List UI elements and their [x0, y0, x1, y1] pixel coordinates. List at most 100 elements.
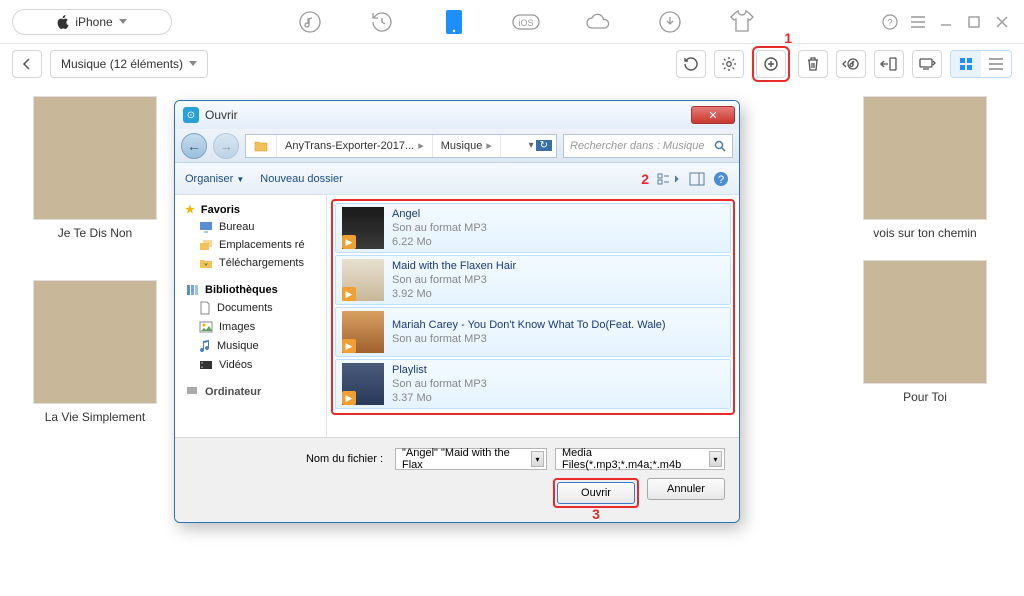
download-icon[interactable]: [655, 7, 685, 37]
filename-label: Nom du fichier :: [306, 453, 383, 465]
filetype-select[interactable]: Media Files(*.mp3;*.m4a;*.m4b▾: [555, 448, 725, 470]
add-button[interactable]: [756, 50, 786, 78]
new-folder-button[interactable]: Nouveau dossier: [260, 173, 343, 185]
device-tab-icon[interactable]: [439, 7, 469, 37]
breadcrumb[interactable]: Musique (12 éléments): [50, 50, 208, 78]
sidebar-computer-header: Ordinateur: [175, 384, 326, 400]
album-title: La Vie Simplement: [45, 410, 146, 424]
file-thumbnail: ▶: [342, 259, 384, 301]
dialog-titlebar: ⊙ Ouvrir ✕: [175, 101, 739, 129]
file-item[interactable]: ▶ PlaylistSon au format MP33.37 Mo: [335, 359, 731, 409]
sidebar-item-desktop[interactable]: Bureau: [175, 218, 326, 236]
organize-menu[interactable]: Organiser ▼: [185, 173, 244, 185]
album-item[interactable]: La Vie Simplement: [20, 280, 170, 424]
file-name: Playlist: [392, 363, 487, 377]
ios-icon[interactable]: iOS: [511, 7, 541, 37]
path-segment[interactable]: AnyTrans-Exporter-2017...▸: [277, 135, 433, 157]
album-item[interactable]: Pour Toi: [850, 260, 1000, 404]
album-title: vois sur ton chemin: [873, 226, 976, 240]
top-toolbar: iPhone iOS ?: [0, 0, 1024, 44]
delete-button[interactable]: [798, 50, 828, 78]
dialog-title: Ouvrir: [205, 108, 238, 122]
chevron-down-icon: [119, 19, 127, 25]
path-bar[interactable]: AnyTrans-Exporter-2017...▸ Musique▸ ▾ ↻: [245, 134, 557, 158]
dialog-sidebar: ★Favoris Bureau Emplacements ré Téléchar…: [175, 195, 327, 437]
sidebar-item-images[interactable]: Images: [175, 318, 326, 336]
nav-back-button[interactable]: ←: [181, 133, 207, 159]
svg-text:?: ?: [887, 17, 892, 27]
menu-icon[interactable]: [908, 12, 928, 32]
minimize-icon[interactable]: [936, 12, 956, 32]
sidebar-item-videos[interactable]: Vidéos: [175, 356, 326, 374]
transfer-itunes-button[interactable]: [836, 50, 866, 78]
album-item[interactable]: vois sur ton chemin: [850, 96, 1000, 240]
sidebar-item-downloads[interactable]: Téléchargements: [175, 254, 326, 272]
add-button-highlight: 1: [752, 46, 790, 82]
music-tab-icon[interactable]: [295, 7, 325, 37]
annotation-2: 2: [641, 171, 649, 187]
dialog-footer: Nom du fichier : "Angel" "Maid with the …: [175, 437, 739, 522]
history-icon[interactable]: [367, 7, 397, 37]
action-bar: Musique (12 éléments) 1: [0, 44, 1024, 84]
open-file-dialog: ⊙ Ouvrir ✕ ← → AnyTrans-Exporter-2017...…: [174, 100, 740, 523]
file-thumbnail: ▶: [342, 363, 384, 405]
sidebar-item-music[interactable]: Musique: [175, 336, 326, 356]
search-icon: [714, 140, 726, 152]
device-selector[interactable]: iPhone: [12, 9, 172, 35]
file-size: 3.37 Mo: [392, 391, 487, 405]
dialog-search-input[interactable]: Rechercher dans : Musique: [563, 134, 733, 158]
open-button[interactable]: Ouvrir: [557, 482, 635, 504]
help-icon[interactable]: ?: [880, 12, 900, 32]
svg-text:iOS: iOS: [518, 18, 533, 28]
nav-forward-button[interactable]: →: [213, 133, 239, 159]
cancel-button[interactable]: Annuler: [647, 478, 725, 500]
sidebar-item-recent[interactable]: Emplacements ré: [175, 236, 326, 254]
sidebar-item-documents[interactable]: Documents: [175, 298, 326, 318]
back-button[interactable]: [12, 50, 42, 78]
apple-icon: [57, 15, 69, 29]
play-icon: ▶: [342, 235, 356, 249]
breadcrumb-label: Musique (12 éléments): [61, 57, 183, 71]
dialog-body: ★Favoris Bureau Emplacements ré Téléchar…: [175, 195, 739, 437]
file-type: Son au format MP3: [392, 332, 666, 346]
top-nav: iOS: [180, 7, 872, 37]
file-type: Son au format MP3: [392, 221, 487, 235]
play-icon: ▶: [342, 391, 356, 405]
to-device-button[interactable]: [874, 50, 904, 78]
file-item[interactable]: ▶ AngelSon au format MP36.22 Mo: [335, 203, 731, 253]
refresh-path-icon[interactable]: ↻: [536, 140, 552, 151]
grid-view-button[interactable]: [951, 51, 981, 77]
album-cover: [33, 280, 157, 404]
chevron-down-icon: [189, 61, 197, 67]
refresh-button[interactable]: [676, 50, 706, 78]
view-mode-icon[interactable]: [657, 172, 681, 186]
close-icon[interactable]: [992, 12, 1012, 32]
tshirt-icon[interactable]: [727, 7, 757, 37]
preview-pane-icon[interactable]: [689, 172, 705, 186]
play-icon: ▶: [342, 339, 356, 353]
sidebar-libraries-header: Bibliothèques: [175, 282, 326, 298]
album-cover: [863, 96, 987, 220]
settings-button[interactable]: [714, 50, 744, 78]
maximize-icon[interactable]: [964, 12, 984, 32]
file-thumbnail: ▶: [342, 207, 384, 249]
to-pc-button[interactable]: [912, 50, 942, 78]
file-size: 3.92 Mo: [392, 287, 516, 301]
cloud-icon[interactable]: [583, 7, 613, 37]
dialog-close-button[interactable]: ✕: [691, 106, 735, 124]
file-name: Maid with the Flaxen Hair: [392, 259, 516, 273]
file-item[interactable]: ▶ Mariah Carey - You Don't Know What To …: [335, 307, 731, 357]
search-placeholder: Rechercher dans : Musique: [570, 140, 705, 152]
file-type: Son au format MP3: [392, 377, 487, 391]
album-item[interactable]: Je Te Dis Non: [20, 96, 170, 240]
file-type: Son au format MP3: [392, 273, 516, 287]
file-item[interactable]: ▶ Maid with the Flaxen HairSon au format…: [335, 255, 731, 305]
list-view-button[interactable]: [981, 51, 1011, 77]
path-segment[interactable]: Musique▸: [433, 135, 501, 157]
app-icon: ⊙: [183, 107, 199, 123]
help-icon[interactable]: ?: [713, 171, 729, 187]
annotation-3: 3: [592, 506, 600, 522]
filename-input[interactable]: "Angel" "Maid with the Flax▾: [395, 448, 547, 470]
file-name: Mariah Carey - You Don't Know What To Do…: [392, 318, 666, 332]
dropdown-icon[interactable]: ▾: [529, 140, 534, 151]
